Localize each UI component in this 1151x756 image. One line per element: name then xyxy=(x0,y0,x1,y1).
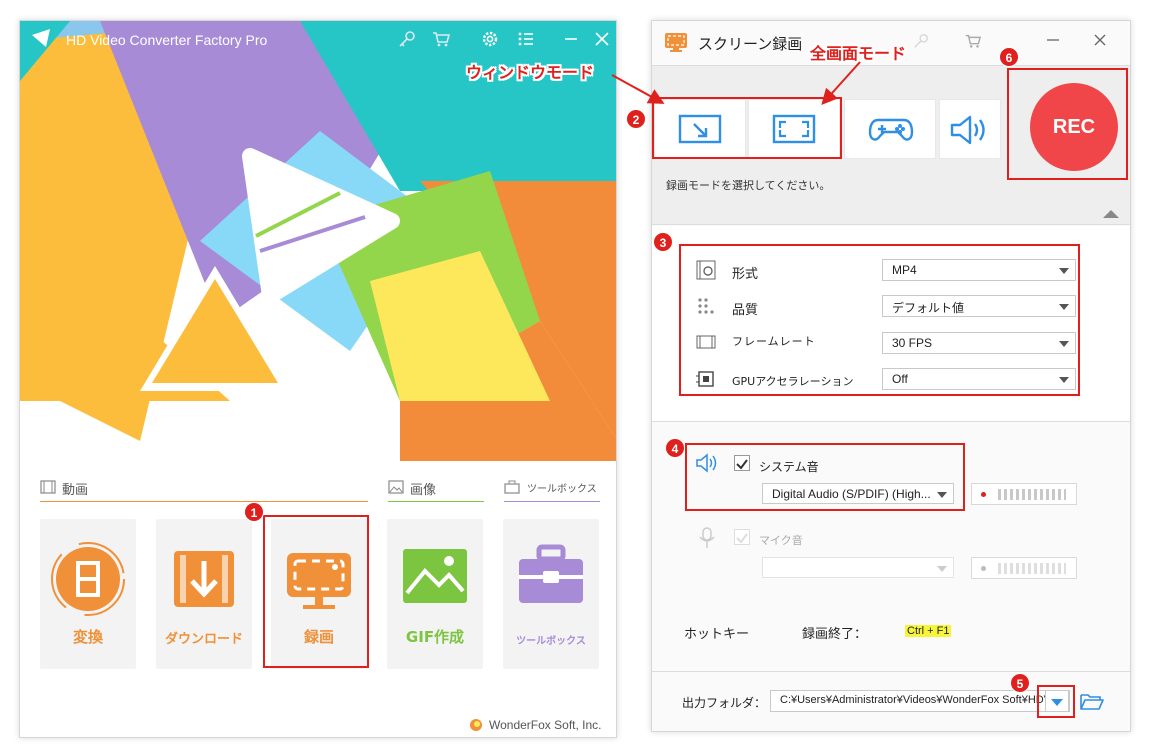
tile-toolbox-label: ツールボックス xyxy=(516,636,586,647)
highlight-record-tile xyxy=(263,515,369,668)
mic-audio-level-meter xyxy=(971,557,1077,579)
screen-recorder-app-icon xyxy=(665,33,687,52)
section-image-label: 画像 xyxy=(410,483,437,498)
chevron-down-icon xyxy=(937,566,947,572)
game-mode-button[interactable] xyxy=(844,99,936,159)
toolbox-section-icon xyxy=(504,480,520,494)
image-section-icon xyxy=(388,480,404,494)
step-badge-4: 4 xyxy=(665,438,685,458)
highlight-output-dropdown xyxy=(1037,685,1075,718)
audio-only-mode-button[interactable] xyxy=(939,99,1001,159)
hero-artwork xyxy=(20,21,616,461)
window-title: スクリーン録画 xyxy=(698,35,803,53)
step-badge-1: 1 xyxy=(244,502,264,522)
key-icon[interactable] xyxy=(397,29,417,49)
close-icon[interactable] xyxy=(592,29,612,49)
callout-window-mode: ウィンドウモード xyxy=(466,63,595,82)
mode-hint: 録画モードを選択してください。 xyxy=(666,179,831,192)
menu-icon[interactable] xyxy=(516,29,536,49)
microphone-icon xyxy=(699,527,715,548)
gear-icon[interactable] xyxy=(480,29,500,49)
tile-convert[interactable]: 変換 xyxy=(40,519,136,669)
key-icon[interactable] xyxy=(912,32,930,50)
gamepad-icon xyxy=(868,118,914,141)
video-section-icon xyxy=(40,480,56,494)
app-title: HD Video Converter Factory Pro xyxy=(66,32,268,48)
minimize-icon[interactable] xyxy=(561,29,581,49)
step-badge-3: 3 xyxy=(653,232,673,252)
tile-gif-maker[interactable]: GIF作成 xyxy=(387,519,483,669)
output-folder-label: 出力フォルダ： xyxy=(682,696,767,710)
convert-film-icon xyxy=(51,542,125,616)
close-icon[interactable] xyxy=(1092,32,1108,48)
toolbox-icon xyxy=(519,544,583,603)
hotkey-label: ホットキー xyxy=(684,627,750,642)
step-badge-2: 2 xyxy=(626,109,646,129)
step-badge-5: 5 xyxy=(1010,673,1030,693)
open-folder-icon[interactable] xyxy=(1080,693,1104,711)
tile-convert-label: 変換 xyxy=(72,628,103,646)
mic-audio-checkbox[interactable] xyxy=(734,529,750,545)
section-video-label: 動画 xyxy=(62,483,89,498)
gif-image-icon xyxy=(403,549,467,603)
highlight-rec-button xyxy=(1007,68,1128,180)
checkmark-icon xyxy=(736,533,748,544)
toolbox-section-divider xyxy=(504,501,600,502)
output-folder-path[interactable]: C:¥Users¥Administrator¥Videos¥WonderFox … xyxy=(770,690,1070,712)
callout-fullscreen-mode: 全画面モード xyxy=(810,44,907,63)
hotkey-key[interactable]: Ctrl + F1 xyxy=(905,625,952,637)
system-audio-level-meter xyxy=(971,483,1077,505)
mic-audio-device-select[interactable] xyxy=(762,557,954,578)
step-badge-6: 6 xyxy=(999,47,1019,67)
footer-company: WonderFox Soft, Inc. xyxy=(489,718,602,732)
download-icon xyxy=(174,551,234,607)
minimize-icon[interactable] xyxy=(1045,32,1061,48)
mic-audio-label: マイク音 xyxy=(759,534,803,547)
speaker-icon xyxy=(950,115,985,145)
highlight-mode-buttons xyxy=(652,97,842,159)
highlight-settings xyxy=(679,244,1080,396)
tile-download[interactable]: ダウンロード xyxy=(156,519,252,669)
image-section-divider xyxy=(388,501,484,502)
hotkey-action: 録画終了： xyxy=(802,627,868,642)
tile-toolbox[interactable]: ツールボックス xyxy=(503,519,599,669)
collapse-arrow-icon[interactable] xyxy=(1102,209,1120,219)
wonderfox-logo-icon xyxy=(470,719,482,731)
tile-gif-maker-label: GIF作成 xyxy=(405,628,465,646)
tile-download-label: ダウンロード xyxy=(164,632,243,647)
footer-divider xyxy=(652,671,1130,672)
video-section-divider xyxy=(40,501,368,502)
section-toolbox-label: ツールボックス xyxy=(527,484,597,495)
highlight-system-audio xyxy=(685,443,965,511)
cart-icon[interactable] xyxy=(964,32,982,50)
cart-icon[interactable] xyxy=(431,29,451,49)
